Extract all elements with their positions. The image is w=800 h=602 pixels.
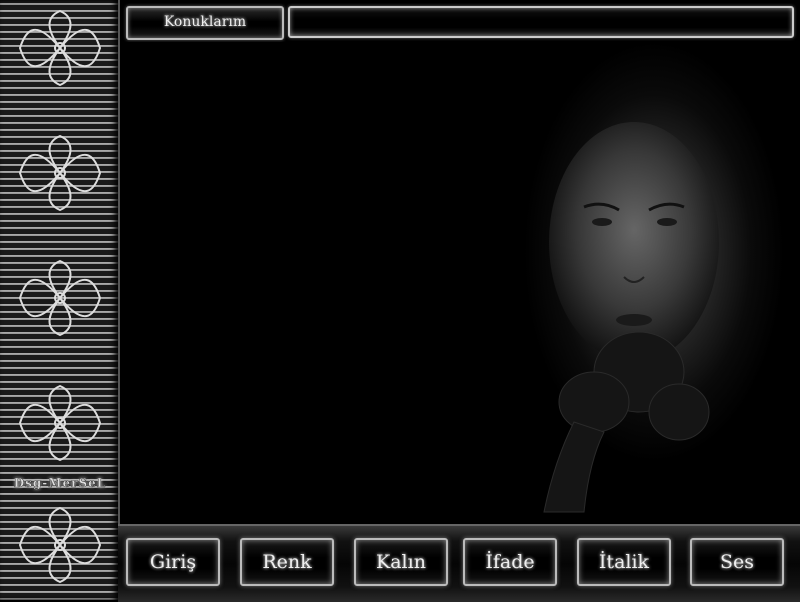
ifade-button[interactable]: İfade: [463, 538, 557, 586]
top-bar: Konuklarım: [124, 4, 796, 40]
celtic-knot-ornament-icon: [15, 8, 105, 88]
celtic-knot-ornament-icon: [15, 133, 105, 213]
main-content-area: [124, 42, 796, 520]
designer-signature: Dsg-MerSeL: [13, 476, 107, 490]
top-input-field[interactable]: [288, 6, 794, 38]
left-decorative-strip: Dsg-MerSeL: [0, 0, 120, 600]
celtic-knot-ornament-icon: [15, 505, 105, 585]
giris-button[interactable]: Giriş: [126, 538, 220, 586]
ses-button[interactable]: Ses: [690, 538, 784, 586]
italik-button[interactable]: İtalik: [577, 538, 671, 586]
renk-button[interactable]: Renk: [240, 538, 334, 586]
guests-tab-button[interactable]: Konuklarım: [126, 6, 284, 40]
bottom-nav-bar: Giriş Renk Kalın İfade İtalik Ses: [118, 524, 800, 602]
celtic-knot-ornament-icon: [15, 383, 105, 463]
celtic-knot-ornament-icon: [15, 258, 105, 338]
woman-with-rose-portrait: [484, 42, 796, 520]
kalin-button[interactable]: Kalın: [354, 538, 448, 586]
